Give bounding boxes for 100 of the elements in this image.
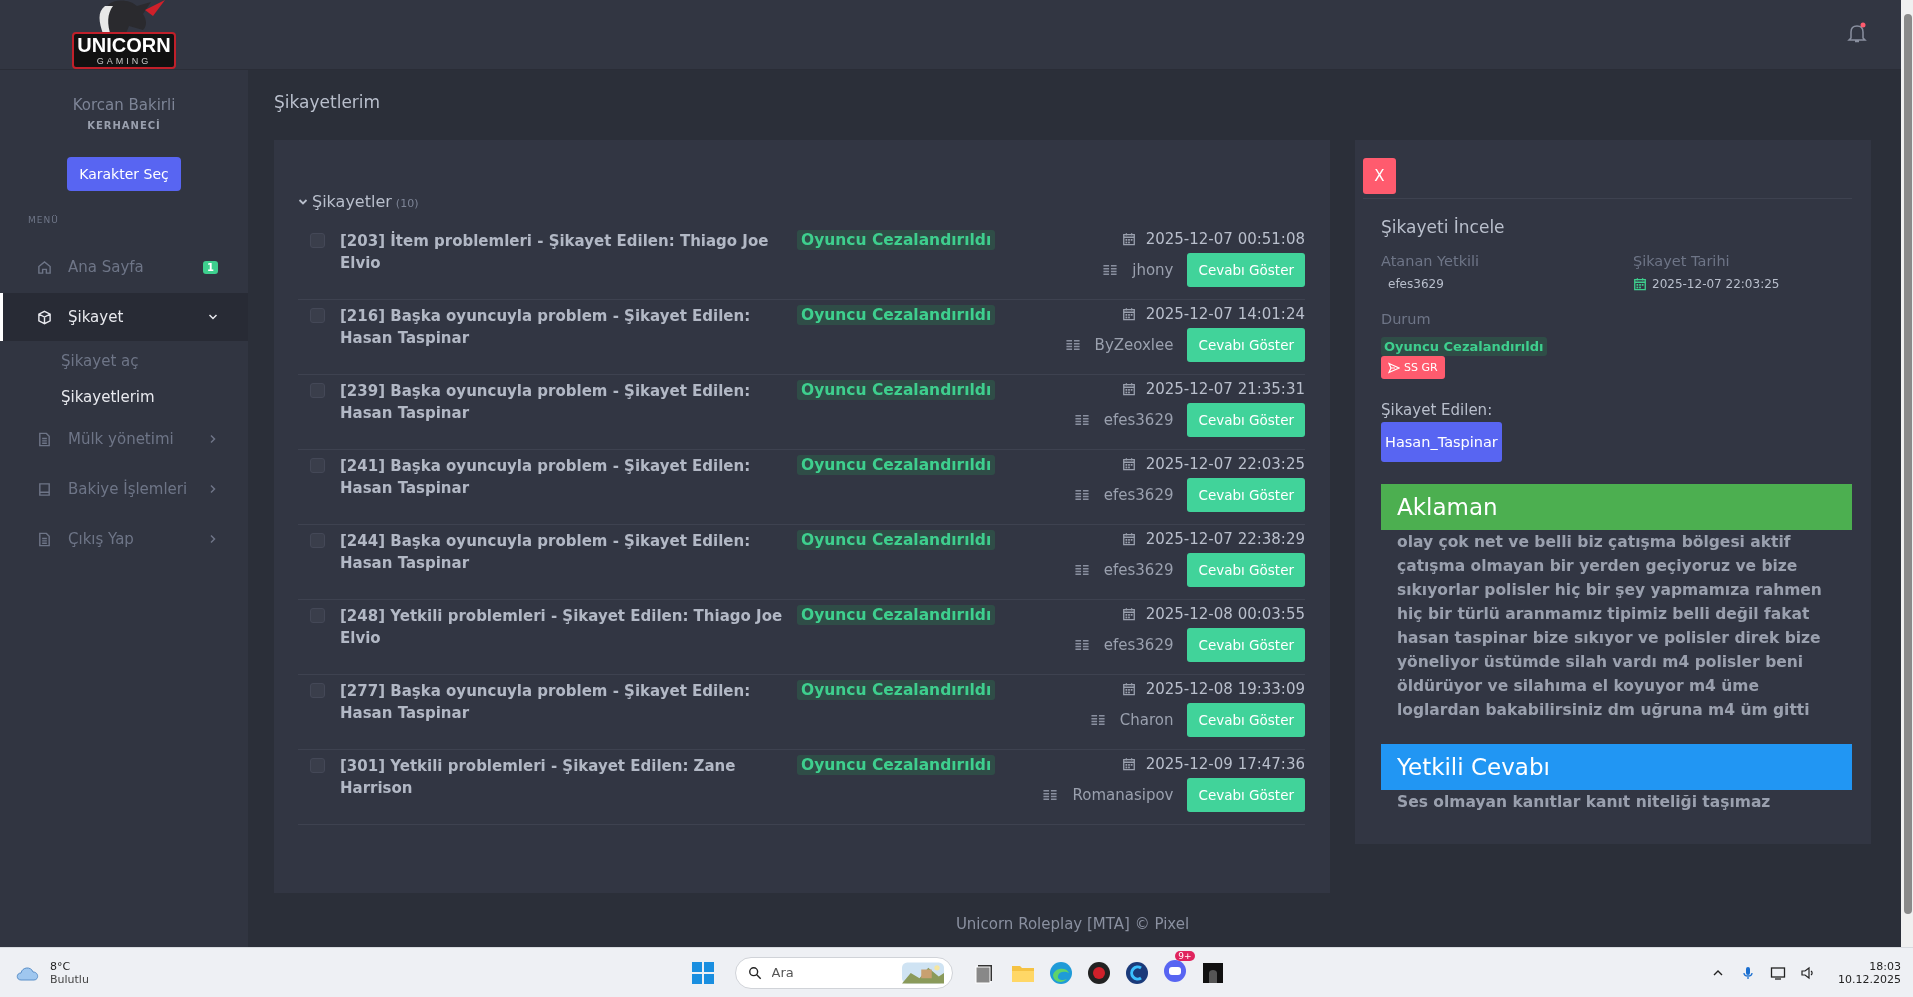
status-label: Oyuncu Cezalandırıldı bbox=[797, 680, 996, 700]
section-header: Aklaman bbox=[1381, 484, 1852, 530]
status-label: Oyuncu Cezalandırıldı bbox=[797, 380, 996, 400]
section-text: Ses olmayan kanıtlar kanıt niteliği taşımaz bbox=[1396, 792, 1772, 813]
document-icon bbox=[37, 431, 52, 447]
list-icon bbox=[1064, 337, 1081, 353]
close-button[interactable]: X bbox=[1363, 158, 1396, 194]
show-answer-button[interactable]: Cevabı Göster bbox=[1187, 703, 1305, 737]
sidebar-item[interactable]: Şikayet bbox=[0, 293, 248, 341]
submenu-item[interactable]: Şikayet aç bbox=[0, 343, 248, 379]
staff-name: Charon bbox=[1119, 711, 1174, 729]
sidebar-item[interactable]: Çıkış Yap bbox=[0, 515, 248, 563]
clock-time[interactable]: 18:03 bbox=[1869, 959, 1901, 973]
character-select-button[interactable]: Karakter Seç bbox=[67, 157, 181, 191]
show-answer-button[interactable]: Cevabı Göster bbox=[1187, 253, 1305, 287]
complaint-date: 2025-12-07 22:38:29 bbox=[1145, 530, 1305, 548]
accused-player-button[interactable]: Hasan_Taspinar bbox=[1381, 422, 1502, 462]
section-text: olay çok net ve belli biz çatışma bölgesi aktif çatışma olmayan bir yerden geçiyoruz ve bize sıkıyorlar polisler hiç bir şey yapmamıza rahmen hiç bir türlü aranmamız tipimiz belli değil fakat hasan taspinar bize sıkıyor ve polisler direk bize yöneliyor üstümde silah vardı m4 polisler beni öldürüyor ve silahıma el koyuyor m4 üme loglardan bakabilirsiniz dm uğruna m4 üm gitti bbox=[1396, 532, 1823, 721]
complaint-date: 2025-12-07 22:03:25 bbox=[1652, 277, 1780, 291]
show-answer-button[interactable]: Cevabı Göster bbox=[1187, 778, 1305, 812]
calendar-icon bbox=[1121, 232, 1136, 246]
sidebar-item[interactable]: Ana Sayfa 1 bbox=[0, 243, 248, 291]
complaint-date: 2025-12-07 14:01:24 bbox=[1145, 305, 1305, 323]
status-label: Oyuncu Cezalandırıldı bbox=[797, 230, 996, 250]
complaint-title: [301] Yetkili problemleri - Şikayet Edilen: Zane Harrison bbox=[340, 756, 737, 799]
calendar-icon bbox=[1121, 457, 1136, 471]
document-icon bbox=[37, 531, 52, 547]
weather-text: Bulutlu bbox=[50, 972, 89, 986]
status-label: Oyuncu Cezalandırıldı bbox=[797, 530, 996, 550]
list-icon bbox=[1073, 412, 1090, 428]
complaint-title: [241] Başka oyuncuyla problem - Şikayet Edilen: Hasan Taspinar bbox=[340, 456, 752, 499]
list-icon bbox=[1073, 562, 1090, 578]
notification-badge: 9+ bbox=[1175, 950, 1195, 961]
show-answer-button[interactable]: Cevabı Göster bbox=[1187, 403, 1305, 437]
calendar-icon bbox=[1121, 607, 1136, 621]
logo-drawing: UNICORN GAMING bbox=[69, 0, 179, 70]
complaint-title: [216] Başka oyuncuyla problem - Şikayet Edilen: Hasan Taspinar bbox=[340, 306, 752, 349]
footer-text: Unicorn Roleplay [MTA] © Pixel bbox=[955, 915, 1190, 933]
scrollbar-thumb[interactable] bbox=[1904, 14, 1912, 914]
complaint-title: [244] Başka oyuncuyla problem - Şikayet Edilen: Hasan Taspinar bbox=[340, 531, 752, 574]
clock-date[interactable]: 10.12.2025 bbox=[1838, 972, 1901, 986]
complaint-date: 2025-12-07 21:35:31 bbox=[1145, 380, 1305, 398]
user-rank: KERHANECİ bbox=[87, 120, 161, 131]
complaint-date: 2025-12-07 22:03:25 bbox=[1145, 455, 1305, 473]
complaint-title: [277] Başka oyuncuyla problem - Şikayet Edilen: Hasan Taspinar bbox=[340, 681, 752, 724]
menu-label: MENÜ bbox=[28, 215, 59, 225]
calendar-icon bbox=[1633, 277, 1647, 291]
chevron-icon bbox=[208, 312, 218, 322]
bell-icon[interactable] bbox=[1847, 21, 1867, 44]
speaker-icon[interactable] bbox=[1800, 964, 1816, 981]
staff-name: ByZeoxlee bbox=[1094, 336, 1174, 354]
list-icon bbox=[1073, 637, 1090, 653]
send-screenshot-button[interactable]: SS GR bbox=[1381, 356, 1445, 379]
calendar-icon bbox=[1121, 532, 1136, 546]
chevron-icon bbox=[208, 434, 218, 444]
status-label: Oyuncu Cezalandırıldı bbox=[797, 755, 996, 775]
list-icon bbox=[1042, 787, 1059, 803]
field-label: Atanan Yetkili bbox=[1381, 253, 1481, 269]
chevron-icon bbox=[208, 534, 218, 544]
user-name: Korcan Bakirli bbox=[72, 96, 176, 114]
sidebar-item[interactable]: Mülk yönetimi bbox=[0, 415, 248, 463]
calendar-icon bbox=[1121, 682, 1136, 696]
detail-title: Şikayeti İncele bbox=[1381, 217, 1506, 237]
calendar-icon bbox=[1121, 307, 1136, 321]
home-icon bbox=[37, 259, 52, 275]
field-label: Şikayet Edilen: bbox=[1381, 401, 1494, 419]
page-title: Şikayetlerim bbox=[274, 92, 381, 112]
staff-name: efes3629 bbox=[1103, 636, 1174, 654]
staff-name: efes3629 bbox=[1103, 561, 1174, 579]
search-icon bbox=[747, 964, 762, 981]
search-field[interactable]: Ara bbox=[769, 964, 894, 981]
complaint-date: 2025-12-09 17:47:36 bbox=[1145, 755, 1305, 773]
monitor-icon[interactable] bbox=[1770, 964, 1786, 981]
list-title: Şikayetler bbox=[312, 192, 392, 211]
complaint-title: [203] İtem problemleri - Şikayet Edilen: Thiago Joe Elvio bbox=[340, 230, 770, 274]
staff-name: efes3629 bbox=[1103, 486, 1174, 504]
list-icon bbox=[1089, 712, 1106, 728]
staff-name: efes3629 bbox=[1103, 411, 1174, 429]
assigned-staff: efes3629 bbox=[1387, 277, 1445, 291]
search-bar[interactable]: Ara bbox=[734, 956, 953, 989]
count-badge: 1 bbox=[203, 260, 218, 274]
list-icon bbox=[1102, 262, 1119, 278]
show-answer-button[interactable]: Cevabı Göster bbox=[1187, 328, 1305, 362]
status-label: Oyuncu Cezalandırıldı bbox=[797, 605, 996, 625]
list-icon bbox=[1073, 487, 1090, 503]
show-answer-button[interactable]: Cevabı Göster bbox=[1187, 628, 1305, 662]
calendar-icon bbox=[1121, 382, 1136, 396]
show-answer-button[interactable]: Cevabı Göster bbox=[1187, 478, 1305, 512]
complaint-date: 2025-12-08 19:33:09 bbox=[1145, 680, 1305, 698]
list-count: (10) bbox=[395, 197, 419, 210]
sidebar-item[interactable]: Bakiye İşlemleri bbox=[0, 465, 248, 513]
field-label: Durum bbox=[1381, 311, 1432, 327]
field-label: Şikayet Tarihi bbox=[1633, 253, 1731, 269]
show-answer-button[interactable]: Cevabı Göster bbox=[1187, 553, 1305, 587]
complaint-date: 2025-12-07 00:51:08 bbox=[1145, 230, 1305, 248]
section-header: Yetkili Cevabı bbox=[1381, 744, 1852, 790]
submenu-item[interactable]: Şikayetlerim bbox=[0, 379, 248, 415]
microphone-icon[interactable] bbox=[1740, 964, 1756, 981]
staff-name: jhony bbox=[1132, 261, 1174, 279]
caret-icon[interactable] bbox=[298, 197, 308, 207]
